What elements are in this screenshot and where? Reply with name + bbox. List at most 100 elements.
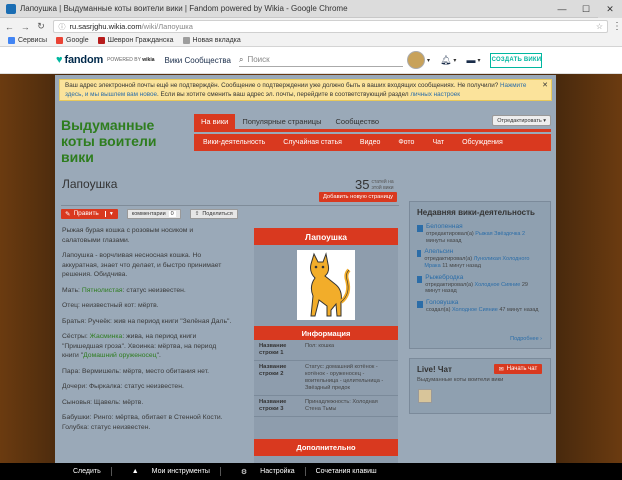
chrome-menu-icon[interactable]: ⋮ [612, 21, 622, 32]
more-activity-link[interactable]: Подробнее › [510, 336, 542, 342]
activity-user-link[interactable]: Холодное Сияние [474, 282, 520, 288]
activity-user-link[interactable]: Рыжая Звёздочка 2 [475, 231, 525, 237]
wiki-subnav: Вики-деятельность Случайная статья Видео… [194, 134, 551, 151]
infobox-title: Лапоушка [254, 228, 398, 245]
infobox-section-extra: Дополнительно [254, 439, 398, 456]
comments-button[interactable]: комментарии 0 [126, 208, 181, 219]
activity-item: Белопенная отредактировал(а) Рыжая Звёздо… [417, 223, 543, 244]
article-count: 35 статей на этой вики [355, 177, 394, 192]
divider [219, 467, 221, 476]
my-tools-button[interactable]: ▲ Мои инструменты [122, 468, 210, 475]
address-bar: ← → ↻ ⓘ ru.sasrjghu.wikia.com/wiki/Лапоу… [0, 18, 622, 35]
close-icon[interactable]: ✕ [598, 0, 622, 18]
tab-popular-pages[interactable]: Популярные страницы [235, 114, 328, 129]
edit-wiki-nav-dropdown[interactable]: Отредактировать ▾ [492, 115, 551, 126]
pencil-icon: ✎ [65, 210, 71, 218]
message-icon[interactable]: ▬ [466, 55, 475, 65]
chevron-down-icon[interactable]: ▾ [477, 57, 480, 64]
paragraph: Отец: неизвестный кот: мёртв. [62, 302, 159, 309]
chat-user-avatar[interactable] [418, 389, 432, 403]
paragraph: Лапоушка - ворчливая несносная кошка. Но… [62, 252, 222, 278]
module-title: Недавняя вики-деятельность [417, 208, 535, 217]
maximize-icon[interactable]: ☐ [574, 0, 598, 18]
article-link[interactable]: Жасминка [90, 333, 123, 340]
create-wiki-button[interactable]: СОЗДАТЬ ВИКИ [490, 52, 543, 68]
activity-user-link[interactable]: Холодное Сияние [452, 307, 498, 313]
google-icon [56, 37, 64, 44]
chevron-down-icon[interactable]: ▾ [453, 57, 456, 64]
subnav-wiki-activity[interactable]: Вики-деятельность [203, 139, 265, 146]
cat-image[interactable] [297, 250, 355, 320]
subnav-chat[interactable]: Чат [432, 139, 444, 146]
tab-on-wiki[interactable]: На вики [194, 114, 236, 129]
apps-icon [8, 37, 15, 44]
divider [110, 467, 112, 476]
activity-page-link[interactable]: Рыжебродка [425, 274, 463, 281]
bookmark-item[interactable]: Сервисы [8, 37, 47, 44]
divider [61, 205, 399, 206]
bookmark-item[interactable]: Google [56, 37, 89, 44]
share-button[interactable]: ⇪ Поделиться [189, 208, 238, 219]
forward-icon[interactable]: → [19, 20, 32, 33]
chat-module: Live! Чат Выдуманные коты воители вики ✉… [409, 358, 551, 414]
activity-item: Рыжебродка отредактировал(а) Холодное Сия… [417, 274, 543, 295]
wiki-communities-link[interactable]: Вики Сообщества [165, 56, 231, 65]
wiki-title[interactable]: Выдуманные коты воители вики [61, 117, 191, 165]
url-input[interactable]: ⓘ ru.sasrjghu.wikia.com/wiki/Лапоушка ☆ [53, 20, 609, 33]
paragraph: Мать: Пятнолистая: статус неизвестен. [62, 286, 186, 294]
new-page-icon [417, 301, 423, 309]
activity-page-link[interactable]: Головушка [426, 299, 458, 306]
paragraph: Сыновья: Щавель: мёртв. [62, 398, 144, 406]
recent-activity-module: Недавняя вики-деятельность Белопенная отр… [409, 201, 551, 349]
subnav-discussions[interactable]: Обсуждения [462, 139, 503, 146]
infobox-row: Название строки 3 Принадлежность: Холодн… [254, 396, 398, 417]
article-link[interactable]: Домашний оруженосец [83, 352, 157, 359]
settings-link[interactable]: личных настроек [410, 91, 460, 98]
infobox-section-info: Информация [254, 326, 398, 340]
edit-button[interactable]: ✎ Править ▼ [61, 208, 118, 219]
wiki-toolbar: Следить ▲ Мои инструменты ⚙ Настройка Соче… [0, 463, 622, 480]
edit-icon [417, 225, 423, 232]
bookmark-star-icon[interactable]: ☆ [596, 22, 603, 31]
back-icon[interactable]: ← [3, 20, 16, 33]
edit-icon [417, 250, 422, 258]
share-icon: ⇪ [194, 210, 200, 217]
add-page-button[interactable]: Добавить новую страницу [319, 192, 397, 202]
activity-item: Апельсин отредактировал(а) Луноликая Холо… [417, 248, 543, 269]
url-domain: ru.sasrjghu.wikia.com [69, 22, 142, 31]
shortcuts-button[interactable]: Сочетания клавиш [316, 468, 377, 475]
tab-community[interactable]: Сообщество [328, 114, 386, 129]
avatar[interactable] [406, 51, 425, 69]
bookmark-item[interactable]: Шеврон Гражданска [97, 37, 174, 44]
bell-icon[interactable]: 🔔︎ [440, 55, 451, 66]
fandom-global-nav: ♥ fandom POWERED BY wikia Вики Сообществ… [0, 47, 622, 74]
subnav-photo[interactable]: Фото [398, 139, 414, 146]
fandom-logo[interactable]: ♥ fandom POWERED BY wikia [56, 54, 155, 66]
start-chat-button[interactable]: ✉ Начать чат [494, 364, 542, 374]
search-input[interactable]: ⌕ Поиск [238, 53, 403, 67]
activity-page-link[interactable]: Апельсин [424, 248, 453, 255]
bookmark-item[interactable]: Новая вкладка [182, 37, 241, 44]
follow-button[interactable]: Следить [73, 468, 101, 475]
infobox-row: Название строки 1 Пол: кошка [254, 340, 398, 361]
page-title: Лапоушка [62, 177, 118, 191]
favicon-icon [6, 3, 16, 14]
tools-icon: ▲ [131, 468, 139, 475]
edit-icon [417, 275, 423, 283]
page-info-icon[interactable]: ⓘ [58, 22, 65, 32]
gear-icon: ⚙ [240, 468, 248, 476]
subnav-video[interactable]: Видео [360, 139, 380, 146]
subnav-random-page[interactable]: Случайная статья [283, 139, 342, 146]
customize-button[interactable]: ⚙ Настройка [231, 468, 295, 476]
chevron-down-icon[interactable]: ▾ [427, 57, 430, 64]
url-path: /wiki/Лапоушка [141, 22, 193, 31]
page-actions: ✎ Править ▼ комментарии 0 ⇪ Поделиться [61, 208, 238, 219]
chevron-down-icon[interactable]: ▼ [104, 210, 114, 217]
reload-icon[interactable]: ↻ [35, 20, 48, 33]
infobox-row: Название строки 2 Статус: домашний котён… [254, 361, 398, 396]
activity-page-link[interactable]: Белопенная [426, 223, 463, 230]
article-link[interactable]: Пятнолистая [82, 287, 123, 294]
minimize-icon[interactable]: — [550, 0, 574, 18]
close-icon[interactable]: ✕ [542, 82, 548, 91]
activity-item: Головушка создал(а) Холодное Сияние 47 ми… [417, 299, 543, 314]
